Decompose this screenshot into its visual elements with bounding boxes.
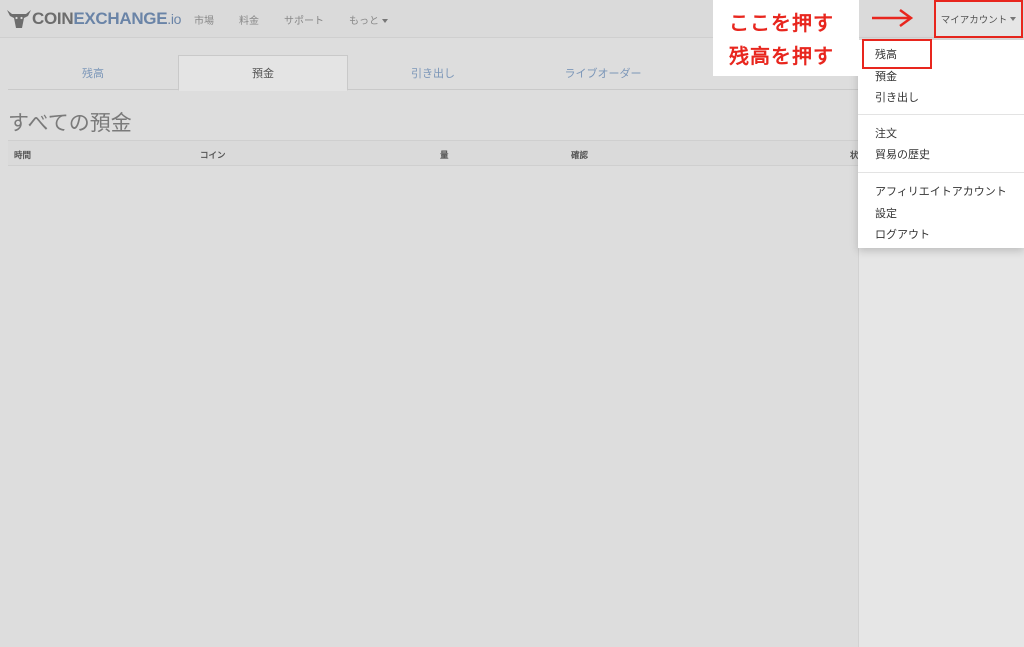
my-account-button[interactable]: マイアカウント: [934, 0, 1023, 38]
tab-live-orders[interactable]: ライブオーダー: [518, 55, 688, 90]
navbar: COINEXCHANGE.io 市場 料金 サポート もっと マイアカウント: [0, 0, 1024, 38]
annotation-callout: ここを押す 残高を押す: [713, 0, 859, 76]
nav-links: 市場 料金 サポート もっと: [194, 0, 413, 38]
bull-icon: [7, 10, 31, 28]
menu-item-trade-history[interactable]: 貿易の歴史: [875, 146, 930, 162]
account-dropdown-menu: 残高 預金 引き出し 注文 貿易の歴史 アフィリエイトアカウント 設定 ログアウ…: [858, 40, 1024, 248]
my-account-label: マイアカウント: [940, 15, 1008, 26]
right-panel: [858, 248, 1024, 647]
tab-balance[interactable]: 残高: [8, 55, 178, 90]
column-amount: 量: [440, 151, 449, 161]
column-confirmations: 確認: [571, 151, 589, 161]
caret-down-icon: [1010, 17, 1017, 21]
nav-link-fees[interactable]: 料金: [239, 12, 259, 27]
nav-link-market[interactable]: 市場: [194, 12, 214, 27]
arrow-right-icon: [872, 8, 914, 28]
page-title: すべての預金: [8, 111, 132, 135]
menu-divider: [858, 172, 1024, 173]
column-coin: コイン: [200, 151, 226, 161]
column-time: 時間: [14, 151, 32, 161]
brand-logo[interactable]: COINEXCHANGE.io: [6, 6, 181, 32]
table-header: 時間 コイン 量 確認 状: [8, 140, 859, 166]
nav-link-more[interactable]: もっと: [349, 12, 388, 27]
menu-item-affiliate-account[interactable]: アフィリエイトアカウント: [875, 183, 1007, 199]
menu-item-settings[interactable]: 設定: [875, 205, 897, 221]
menu-divider: [858, 114, 1024, 115]
tab-deposit[interactable]: 預金: [178, 55, 348, 91]
tab-withdraw[interactable]: 引き出し: [348, 55, 518, 90]
nav-link-support[interactable]: サポート: [284, 12, 324, 27]
menu-item-logout[interactable]: ログアウト: [875, 226, 930, 242]
highlight-box-balance: [862, 39, 932, 69]
caret-down-icon: [382, 18, 388, 23]
annotation-line-1: ここを押す: [729, 11, 834, 35]
menu-item-orders[interactable]: 注文: [875, 125, 897, 141]
menu-item-withdraw[interactable]: 引き出し: [875, 89, 919, 105]
menu-item-deposit[interactable]: 預金: [875, 68, 897, 84]
annotation-line-2: 残高を押す: [729, 44, 834, 68]
brand-name: COINEXCHANGE.io: [32, 9, 182, 28]
